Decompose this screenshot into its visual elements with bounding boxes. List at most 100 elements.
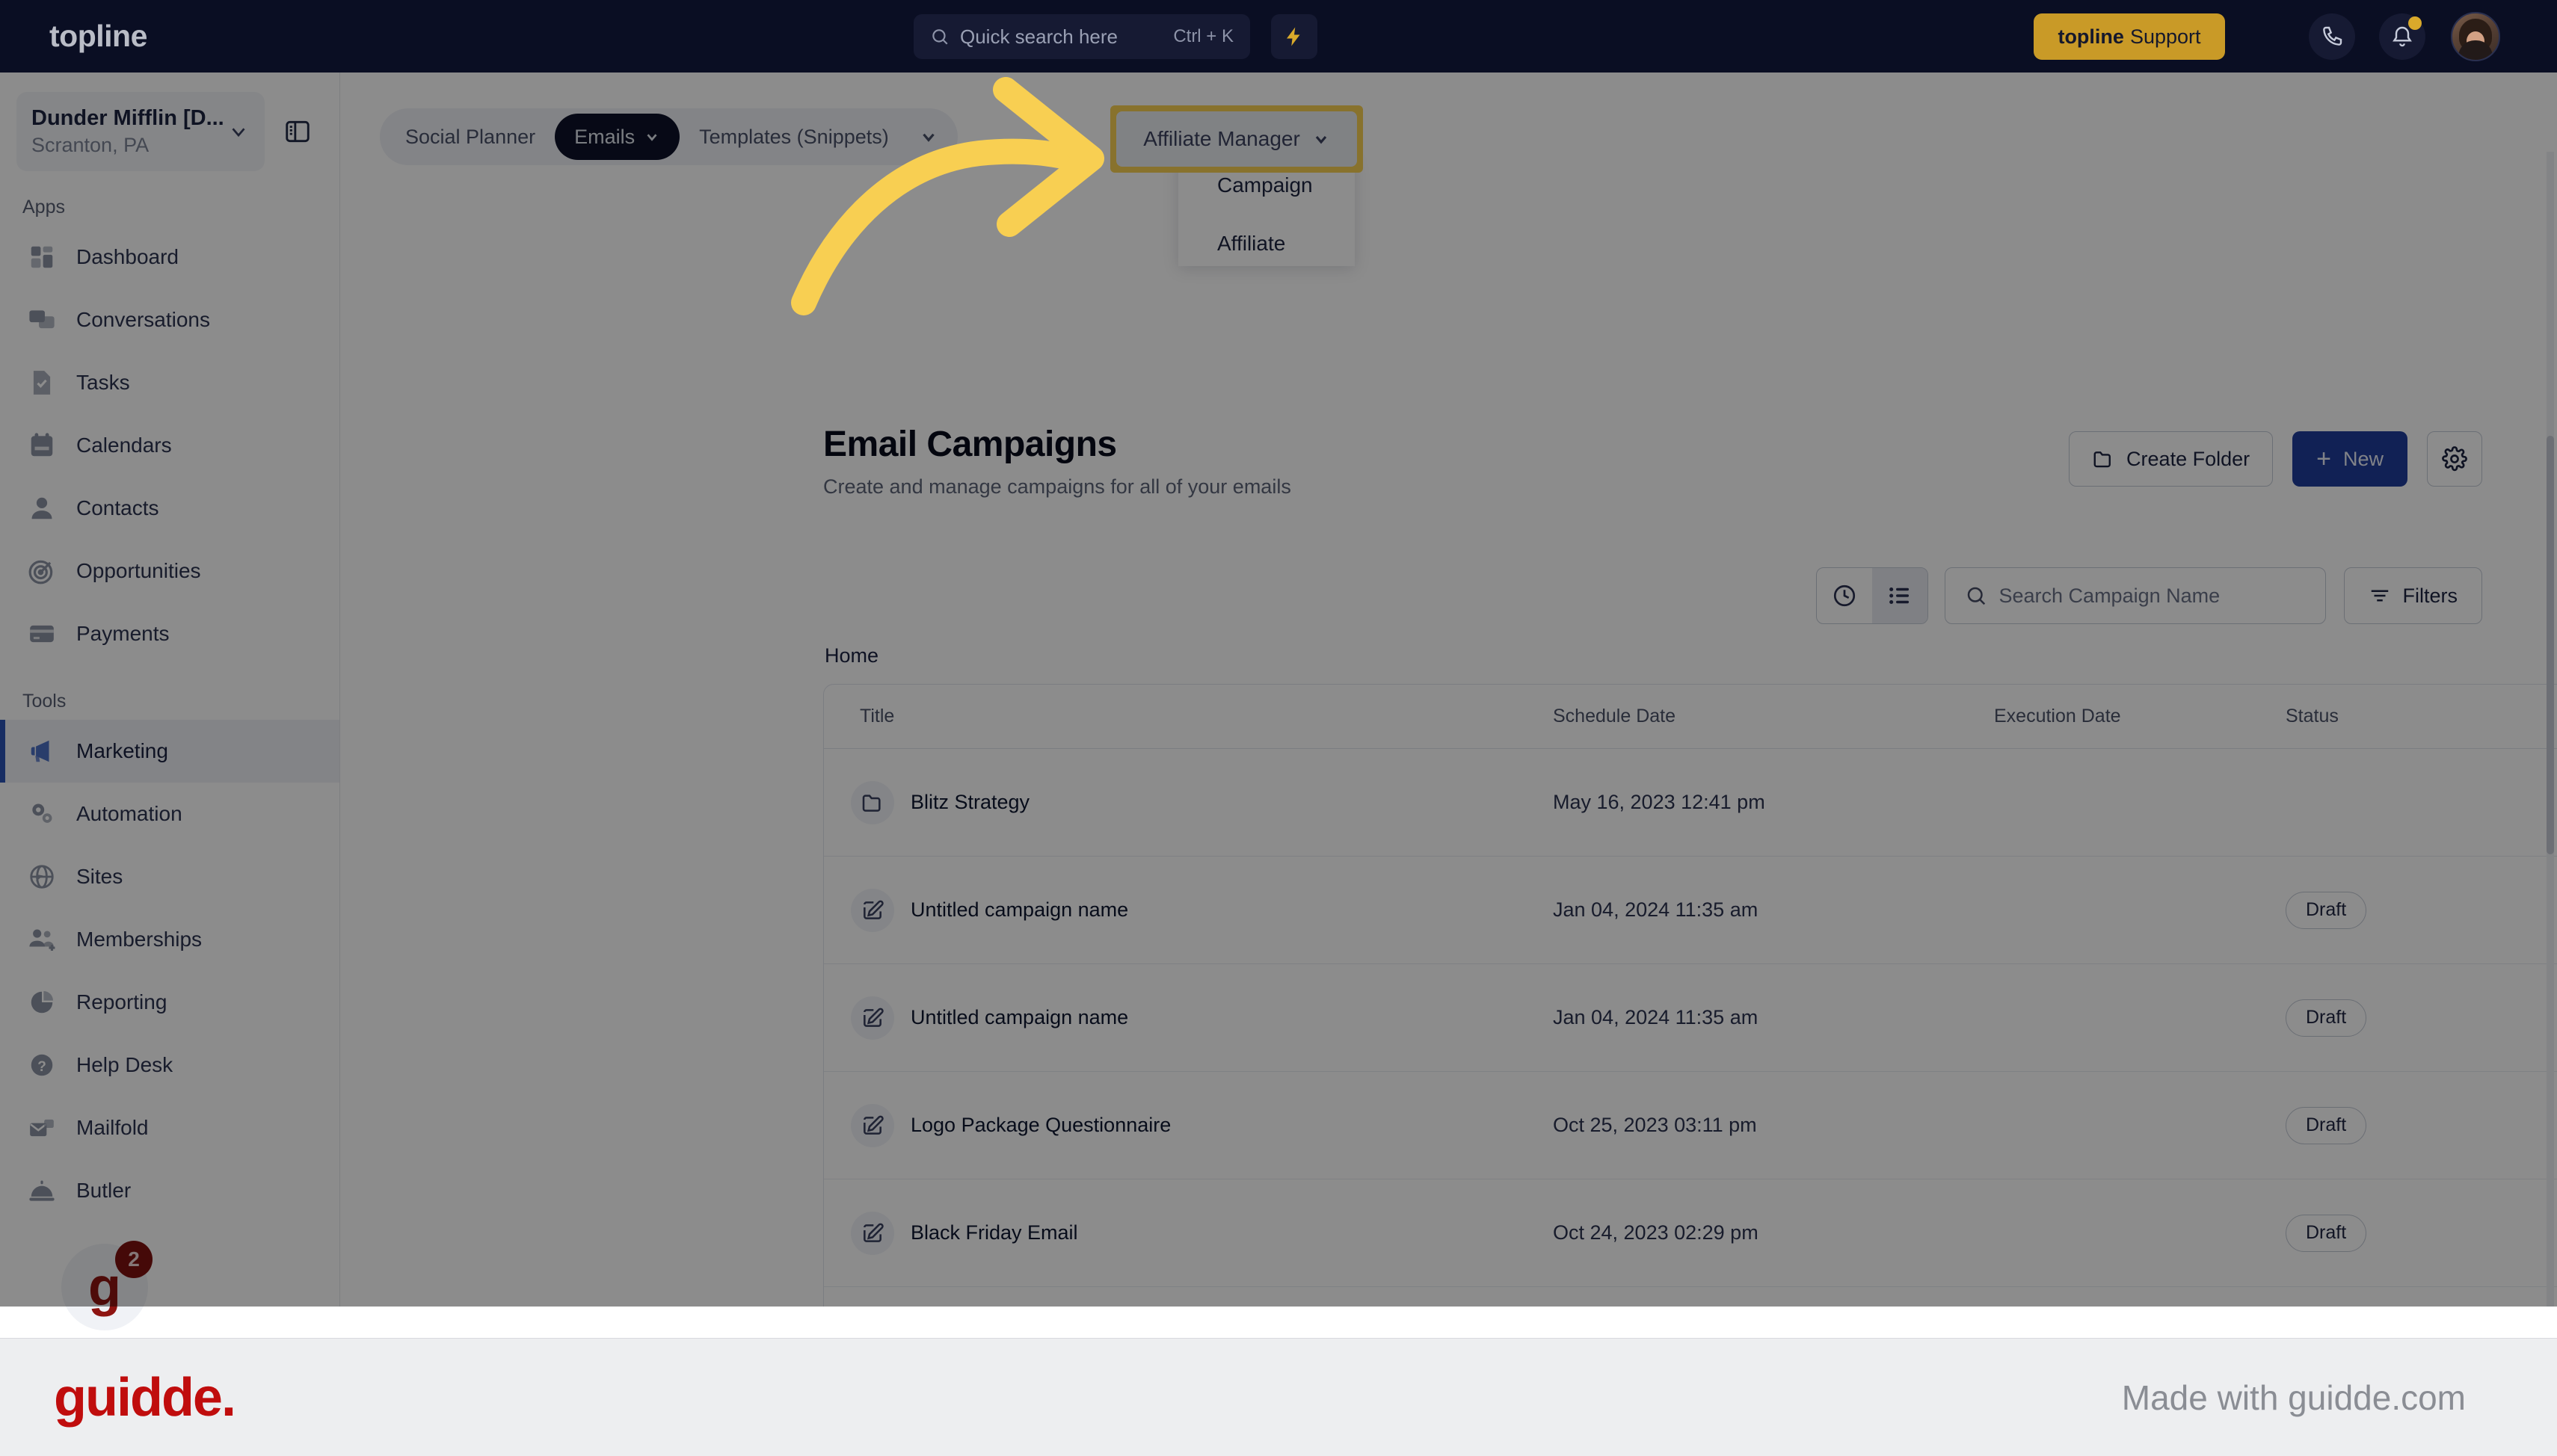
chat-unread-badge: 2 [115, 1241, 153, 1278]
sidebar-item-label: Tasks [76, 371, 130, 394]
edit-icon [851, 1103, 894, 1147]
quick-actions-button[interactable] [1271, 14, 1317, 59]
marketing-tabbar: Social Planner Emails Templates (Snippet… [380, 108, 958, 165]
support-brand: topline [2058, 25, 2124, 48]
svg-text:?: ? [37, 1059, 46, 1075]
affiliate-manager-button[interactable]: Affiliate Manager [1116, 111, 1357, 167]
bell-service-icon [27, 1176, 57, 1206]
sidebar-item-payments[interactable]: Payments [0, 602, 339, 665]
affiliate-manager-highlight: Affiliate Manager [1110, 105, 1363, 173]
cell-title: Untitled campaign name [824, 996, 1553, 1040]
status-badge: Draft [2286, 999, 2367, 1037]
folder-icon [851, 780, 894, 824]
create-folder-button[interactable]: Create Folder [2069, 431, 2274, 487]
filters-label: Filters [2402, 584, 2458, 607]
menu-item-label: Campaign [1217, 173, 1313, 197]
sidebar-item-label: Marketing [76, 739, 168, 762]
sidebar-item-label: Butler [76, 1179, 132, 1202]
history-view-button[interactable] [1817, 568, 1872, 623]
app-logo[interactable]: topline [49, 19, 147, 54]
cell-schedule-date: Oct 25, 2023 03:11 pm [1553, 1114, 1757, 1136]
status-badge: Draft [2286, 1106, 2367, 1144]
sidebar-section-tools: Tools [22, 691, 67, 712]
guidde-logo: guidde. [54, 1367, 236, 1428]
dashboard-icon [27, 242, 57, 272]
gear-icon [2442, 446, 2467, 472]
cell-title: Logo Package Questionnaire [824, 1103, 1553, 1147]
breadcrumb[interactable]: Home [825, 644, 879, 667]
search-input[interactable]: Quick search here Ctrl + K [914, 14, 1250, 59]
settings-button[interactable] [2427, 431, 2482, 487]
credit-card-icon [27, 619, 57, 649]
sidebar-item-memberships[interactable]: Memberships [0, 908, 339, 971]
column-header-status: Status [2286, 706, 2339, 727]
sidebar-item-dashboard[interactable]: Dashboard [0, 226, 339, 289]
sidebar-item-label: Help Desk [76, 1053, 173, 1076]
cell-title: Black Friday Email [824, 1211, 1553, 1255]
sidebar-item-contacts[interactable]: Contacts [0, 477, 339, 540]
cell-status: Draft [2286, 891, 2532, 929]
tab-social-planner[interactable]: Social Planner [386, 114, 555, 160]
person-icon [27, 493, 57, 523]
menu-item-affiliate[interactable]: Affiliate [1178, 217, 1355, 266]
org-row: Dunder Mifflin [D... Scranton, PA [0, 73, 339, 171]
table-row[interactable]: Logo Package Questionnaire Oct 25, 2023 … [824, 1072, 2557, 1179]
sidebar-item-reporting[interactable]: Reporting [0, 971, 339, 1034]
support-button[interactable]: topline Support [2034, 13, 2225, 60]
table-row[interactable]: Untitled campaign name Jan 04, 2024 11:3… [824, 857, 2557, 964]
people-add-icon [27, 925, 57, 954]
row-title: Untitled campaign name [911, 1006, 1129, 1028]
table-row[interactable]: Untitled campaign name Jan 04, 2024 11:3… [824, 964, 2557, 1072]
panel-toggle-button[interactable] [272, 106, 323, 157]
global-search[interactable]: Quick search here Ctrl + K [914, 14, 1250, 59]
cell-schedule-date: Oct 24, 2023 02:29 pm [1553, 1221, 1758, 1244]
sidebar-item-label: Memberships [76, 928, 203, 951]
app-root: topline Quick search here Ctrl + K topli… [0, 0, 2557, 1456]
tab-emails[interactable]: Emails [555, 114, 680, 160]
search-campaign-input[interactable]: Search Campaign Name [1944, 567, 2326, 624]
sidebar-item-opportunities[interactable]: Opportunities [0, 540, 339, 602]
cell-status: Draft [2286, 999, 2532, 1037]
sidebar-item-butler[interactable]: Butler [0, 1159, 339, 1222]
org-name: Dunder Mifflin [D... [31, 106, 224, 130]
plus-icon: + [2316, 444, 2331, 473]
sidebar-item-label: Mailfold [76, 1116, 149, 1139]
sidebar-item-marketing[interactable]: Marketing [0, 720, 339, 783]
filters-button[interactable]: Filters [2343, 567, 2482, 624]
cell-status: Draft [2286, 1214, 2532, 1252]
table-row[interactable]: Black Friday Email Oct 24, 2023 02:29 pm… [824, 1179, 2557, 1287]
org-text: Dunder Mifflin [D... Scranton, PA [31, 106, 227, 157]
sidebar-section-apps: Apps [22, 197, 65, 218]
table-row[interactable]: Blitz Strategy May 16, 2023 12:41 pm [824, 749, 2557, 857]
avatar[interactable] [2451, 12, 2500, 61]
sidebar-item-conversations[interactable]: Conversations [0, 289, 339, 351]
sidebar-item-automation[interactable]: Automation [0, 783, 339, 845]
chevron-down-icon [647, 134, 657, 141]
tab-label: Templates (Snippets) [699, 125, 889, 148]
sidebar-item-help-desk[interactable]: ? Help Desk [0, 1034, 339, 1096]
search-icon [1967, 587, 1985, 605]
row-title: Blitz Strategy [911, 791, 1030, 813]
support-chat-bubble[interactable]: g 2 [61, 1241, 153, 1330]
tab-overflow-chevron-down-icon[interactable] [919, 127, 938, 146]
sidebar-item-label: Dashboard [76, 245, 179, 268]
sidebar-item-calendars[interactable]: Calendars [0, 414, 339, 477]
made-with-guidde-label: Made with guidde.com [2121, 1378, 2466, 1417]
scrollbar-thumb[interactable] [2547, 436, 2554, 854]
target-icon [27, 556, 57, 586]
question-circle-icon: ? [27, 1050, 57, 1080]
tab-templates-snippets[interactable]: Templates (Snippets) [680, 114, 908, 160]
status-badge: Draft [2286, 1214, 2367, 1252]
new-button[interactable]: + New [2292, 431, 2407, 487]
lightning-bolt-icon [1287, 27, 1300, 46]
org-switcher[interactable]: Dunder Mifflin [D... Scranton, PA [16, 92, 265, 171]
sidebar-item-sites[interactable]: Sites [0, 845, 339, 908]
notifications-button[interactable] [2379, 13, 2425, 60]
table-row[interactable]: Black Friday - Paper Special Feb 24, 202… [824, 1287, 2557, 1307]
phone-button[interactable] [2309, 13, 2355, 60]
sidebar-item-mailfold[interactable]: Mailfold [0, 1096, 339, 1159]
list-view-button[interactable] [1871, 568, 1927, 623]
sidebar-item-tasks[interactable]: Tasks [0, 351, 339, 414]
sidebar-item-label: Reporting [76, 990, 167, 1014]
vertical-scrollbar[interactable] [2547, 152, 2554, 1307]
